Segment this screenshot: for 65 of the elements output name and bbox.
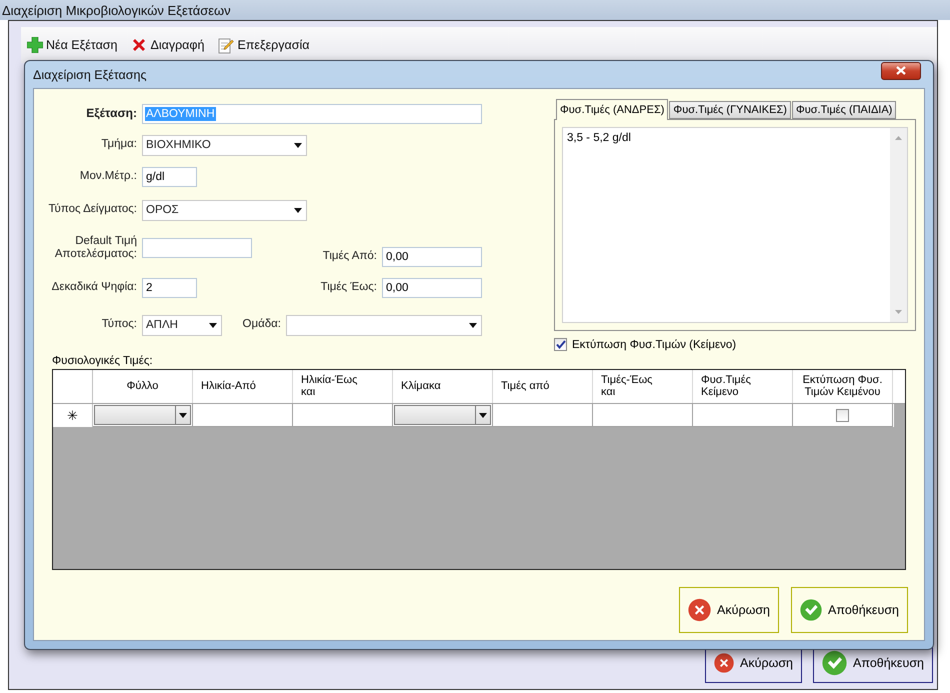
column-header[interactable]: Εκτύπωση Φυσ. Τιμών Κειμένου: [802, 374, 882, 398]
plus-icon: [27, 37, 43, 53]
field-label: Τμήμα:: [100, 138, 138, 152]
window-title: Διαχείριση Μικροβιολογικών Εξετάσεων: [2, 2, 231, 18]
grid-label: Φυσιολογικές Τιμές:: [52, 355, 154, 367]
dropdown-arrow-icon[interactable]: [479, 412, 487, 418]
tab[interactable]: Φυσ.Τιμές (ΑΝΔΡΕΣ): [556, 99, 668, 120]
table-cell[interactable]: [193, 404, 293, 427]
new-row-marker: ✳: [67, 408, 78, 423]
field-label: Τύπος:: [100, 318, 138, 332]
dropdown-field[interactable]: ΒΙΟΧΗΜΙΚΟ: [142, 134, 307, 156]
text-field[interactable]: 0,00: [382, 247, 482, 267]
dropdown-field[interactable]: [286, 314, 482, 336]
toolbar-button[interactable]: Νέα Εξέταση: [27, 37, 118, 53]
text-field[interactable]: 0,00: [382, 278, 482, 298]
x-icon: [131, 37, 148, 53]
tab[interactable]: Φυσ.Τιμές (ΓΥΝΑΙΚΕΣ): [669, 101, 791, 119]
table-cell[interactable]: [693, 404, 793, 427]
text-field[interactable]: [142, 238, 252, 258]
close-button[interactable]: [881, 62, 921, 80]
toolbar-button[interactable]: Διαγραφή: [131, 37, 204, 53]
field-label: Default Τιμή Αποτελέσματος:: [54, 234, 138, 262]
column-header[interactable]: Φύλλο: [126, 380, 158, 392]
tab[interactable]: Φυσ.Τιμές (ΠΑΙΔΙΑ): [792, 101, 896, 119]
cancel-button[interactable]: Ακύρωση: [679, 587, 779, 633]
save-button[interactable]: Αποθήκευση: [791, 587, 908, 633]
field-label: Τύπος Δείγματος:: [48, 203, 138, 217]
dropdown-arrow-icon[interactable]: [294, 208, 302, 212]
column-header[interactable]: Τιμές-Έως και: [601, 374, 652, 398]
field-label: Εξέταση:: [85, 107, 138, 121]
text-field[interactable]: 2: [142, 278, 197, 298]
print-checkbox[interactable]: Εκτύπωση Φυσ.Τιμών (Κείμενο): [554, 338, 916, 351]
dropdown-field[interactable]: ΟΡΟΣ: [142, 200, 307, 220]
column-header[interactable]: Κλίμακα: [401, 380, 441, 392]
cell-dropdown[interactable]: [94, 405, 191, 425]
close-icon[interactable]: [896, 66, 906, 75]
checkmark-icon[interactable]: [556, 340, 566, 349]
field-label: Δεκαδικά Ψηφία:: [50, 281, 138, 295]
dropdown-arrow-icon[interactable]: [209, 322, 217, 328]
column-header[interactable]: Ηλικία-Από: [201, 380, 256, 392]
cell-dropdown[interactable]: [394, 405, 491, 425]
dropdown-arrow-icon[interactable]: [294, 142, 302, 148]
dropdown-field[interactable]: ΑΠΛΗ: [142, 314, 222, 336]
table-cell[interactable]: [493, 404, 593, 427]
toolbar-button[interactable]: Επεξεργασία: [218, 36, 310, 54]
table-cell[interactable]: [293, 404, 393, 427]
column-header[interactable]: Τιμές από: [501, 380, 550, 392]
field-label: Μον.Μέτρ.:: [78, 170, 138, 184]
table-cell[interactable]: [593, 404, 693, 427]
scroll-down-icon[interactable]: [895, 310, 902, 314]
cell-checkbox[interactable]: [836, 408, 849, 422]
notepad-pencil-icon: [218, 36, 234, 54]
column-header[interactable]: Φυσ.Τιμές Κείμενο: [701, 374, 751, 398]
dropdown-arrow-icon[interactable]: [469, 322, 477, 328]
dialog-title: Διαχείριση Εξέτασης: [33, 68, 146, 82]
text-area[interactable]: 3,5 - 5,2 g/dl: [562, 127, 908, 323]
text-field[interactable]: g/dl: [142, 167, 197, 187]
checkmark-icon: [822, 648, 848, 678]
scrollbar[interactable]: [890, 128, 907, 322]
scroll-up-icon[interactable]: [895, 136, 902, 140]
field-label: Τιμές Από:: [322, 250, 378, 264]
dropdown-arrow-icon[interactable]: [179, 412, 187, 418]
field-label: Τιμές Έως:: [320, 281, 378, 295]
field-label: Ομάδα:: [242, 318, 282, 332]
column-header[interactable]: Ηλικία-Έως και: [301, 374, 358, 398]
